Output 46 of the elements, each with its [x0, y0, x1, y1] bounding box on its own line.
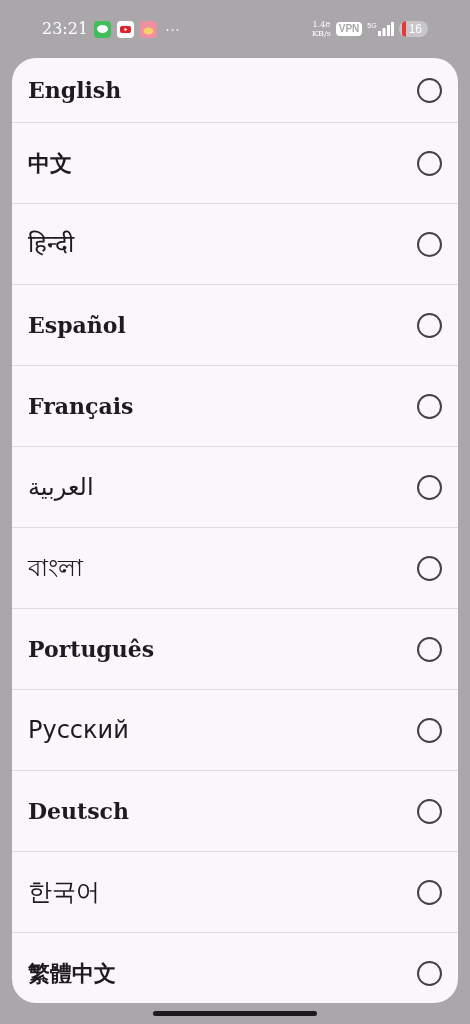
language-label: বাংলা	[28, 553, 83, 584]
language-label: Français	[28, 391, 134, 421]
radio-button[interactable]	[417, 555, 442, 581]
vpn-badge: VPN	[335, 22, 363, 36]
radio-button[interactable]	[417, 393, 442, 419]
food-app-icon	[140, 20, 158, 38]
chat-app-icon	[94, 20, 112, 38]
radio-button[interactable]	[417, 231, 442, 257]
language-option[interactable]: 中文	[12, 123, 458, 204]
language-option[interactable]: Português	[12, 609, 458, 690]
speed-value: 1.48	[312, 20, 331, 29]
radio-button[interactable]	[417, 717, 442, 743]
radio-button[interactable]	[417, 474, 442, 500]
language-label: Deutsch	[28, 796, 129, 826]
radio-button[interactable]	[417, 879, 442, 905]
language-option[interactable]: বাংলা	[12, 528, 458, 609]
signal-icon	[377, 22, 394, 36]
language-option[interactable]: हिन्दी	[12, 204, 458, 285]
radio-button[interactable]	[417, 77, 442, 103]
language-option[interactable]: Español	[12, 285, 458, 366]
language-option[interactable]: English	[12, 58, 458, 123]
language-option[interactable]: Русский	[12, 690, 458, 771]
radio-button[interactable]	[417, 312, 442, 338]
radio-button[interactable]	[417, 798, 442, 824]
battery-level: 16	[408, 21, 422, 37]
language-label: हिन्दी	[28, 229, 74, 260]
language-option[interactable]: 한국어	[12, 852, 458, 933]
speed-unit: KB/s	[312, 29, 331, 38]
radio-button[interactable]	[417, 961, 442, 986]
language-option[interactable]: Français	[12, 366, 458, 447]
language-label: 繁體中文	[28, 959, 116, 988]
language-option[interactable]: العربية	[12, 447, 458, 528]
clock: 23:21	[42, 18, 89, 40]
language-label: العربية	[28, 472, 94, 503]
language-label: 한국어	[28, 877, 100, 908]
more-notifications: ···	[165, 18, 181, 39]
video-app-icon	[117, 20, 135, 38]
language-option[interactable]: 繁體中文	[12, 933, 458, 1003]
language-label: English	[28, 75, 122, 105]
language-label: Português	[28, 634, 155, 664]
language-label: Русский	[28, 715, 129, 746]
language-label: 中文	[28, 148, 72, 178]
language-option[interactable]: Deutsch	[12, 771, 458, 852]
radio-button[interactable]	[417, 150, 442, 176]
language-label: Español	[28, 310, 126, 340]
radio-button[interactable]	[417, 636, 442, 662]
